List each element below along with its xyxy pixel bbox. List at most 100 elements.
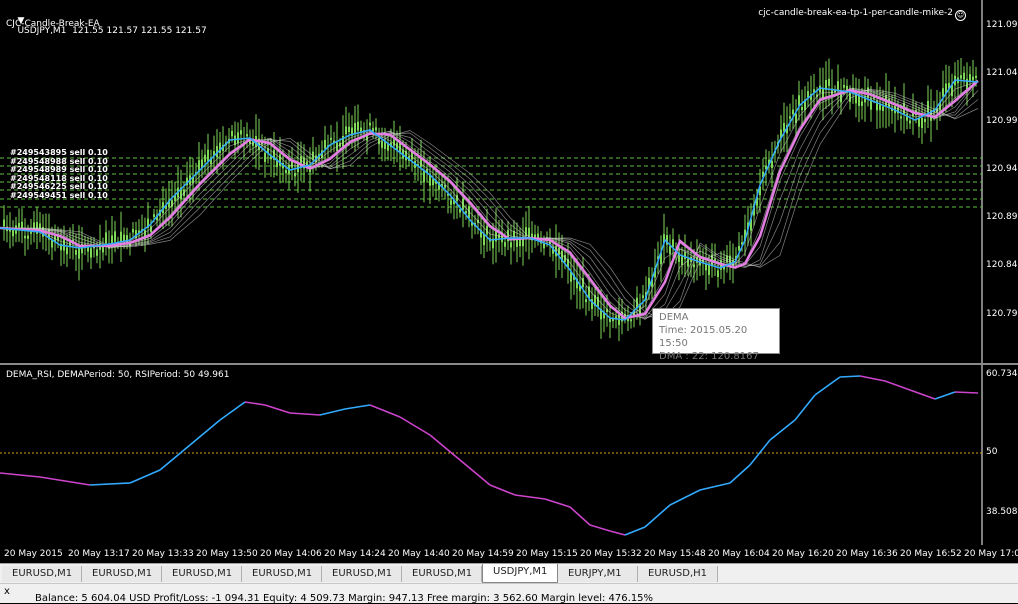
candle-body [510,242,512,248]
candle-body [357,121,359,131]
rsi-segment [839,375,861,378]
candle-body [642,295,644,298]
chart-tab[interactable]: USDJPY,M1 [482,564,558,583]
rsi-segment [544,498,571,508]
chart-tabs: EURUSD,M1 EURUSD,M1 EURUSD,M1 EURUSD,M1 EURU… [0,563,1018,584]
price-label: 120.99 [986,116,1018,126]
time-label: 20 May 14:06 [260,549,322,559]
candle-body [240,130,242,135]
price-label: 121.04 [986,68,1018,78]
rsi-segment [729,464,751,484]
candle-body [387,144,389,151]
dema-slow-line [0,79,979,320]
candle-body [330,137,332,140]
candle-body [204,154,206,162]
candle-body [207,149,209,162]
main-chart[interactable]: ▼ USDJPY,M1 121.55 121.57 121.55 121.57 … [0,0,1018,364]
rsi-segment [859,375,886,382]
ma-ribbon-line [0,81,979,320]
rsi-segment [0,472,41,478]
indicator-canvas [0,365,983,545]
rsi-segment [624,526,646,536]
candle-body [459,209,461,213]
candle-body [96,249,98,256]
rsi-segment [514,494,546,500]
candle-body [87,247,89,252]
candle-body [393,139,395,146]
candle-body [537,233,539,239]
rsi-segment [814,376,841,396]
price-chart-canvas [0,0,983,364]
candle-body [348,126,350,132]
close-icon[interactable]: x [4,586,10,597]
candle-body [861,101,863,106]
time-label: 20 May 14:24 [324,549,386,559]
candle-body [90,248,92,258]
status-bar: x Balance: 5 604.04 USD Profit/Loss: -1 … [0,583,1018,604]
candle-body [66,247,68,255]
candle-body [975,75,977,78]
rsi-segment [219,401,246,421]
ma-ribbon-line [0,88,979,321]
chart-tab[interactable]: EURJPY,M1 [558,566,638,582]
time-axis[interactable]: 20 May 2015 20 May 13:17 20 May 13:33 20 Ma… [0,545,1018,563]
indicator-title: DEMA_RSI, DEMAPeriod: 50, RSIPeriod: 50 … [6,370,230,380]
candle-body [837,81,839,91]
ea-title[interactable]: cjc-candle-break-ea-tp-1-per-candle-mike… [758,8,966,21]
rsi-segment [159,444,191,471]
candle-body [246,134,248,137]
candle-body [609,318,611,323]
rsi-segment [569,506,591,526]
candle-body [450,200,452,205]
candle-body [294,172,296,177]
rsi-segment [39,476,91,486]
candle-body [105,232,107,244]
candle-body [120,231,122,242]
chart-tab[interactable]: EURUSD,M1 [402,566,482,582]
rsi-segment [429,434,461,461]
order-label[interactable]: #249549451 sell 0.10 [10,191,108,200]
price-label: 121.09 [986,20,1018,30]
chart-tab[interactable]: EURUSD,H1 [638,566,718,582]
candle-body [153,214,155,218]
time-label: 20 May 2015 [4,549,63,559]
ea-name: CJC-Candle-Break-EA [6,19,100,29]
indicator-level-min: 38.508 [986,507,1018,517]
candle-body [738,245,740,251]
candle-body [585,299,587,303]
rsi-segment [794,394,816,421]
indicator-window[interactable]: 60.734 50 38.508 [0,365,1018,545]
chart-tab[interactable]: EURUSD,M1 [162,566,242,582]
ea-title-text: cjc-candle-break-ea-tp-1-per-candle-mike… [758,8,953,18]
candle-body [78,247,80,259]
time-label: 20 May 14:59 [452,549,514,559]
price-label: 120.79 [986,309,1018,319]
chart-tab[interactable]: EURUSD,M1 [242,566,322,582]
candle-body [12,230,14,237]
candle-body [960,75,962,79]
price-label: 120.89 [986,212,1018,222]
rsi-segment [909,389,936,400]
candle-body [264,152,266,162]
candle-body [381,141,383,148]
candle-body [882,106,884,111]
price-label: 120.84 [986,260,1018,270]
time-label: 20 May 16:04 [708,549,770,559]
time-label: 20 May 16:20 [772,549,834,559]
smiley-icon[interactable]: ☺ [955,10,966,21]
candle-body [843,84,845,88]
candle-body [345,126,347,135]
dema-tooltip: DEMA Time: 2015.05.20 15:50 DMA : 22: 12… [652,308,780,362]
rsi-segment [954,391,979,394]
ma-ribbon-line [0,80,979,319]
candle-body [132,229,134,233]
candle-body [681,256,683,266]
time-label: 20 May 13:50 [196,549,258,559]
chart-tab[interactable]: EURUSD,M1 [82,566,162,582]
account-summary: Balance: 5 604.04 USD Profit/Loss: -1 09… [35,593,654,604]
candle-body [3,219,5,227]
chart-tab[interactable]: EURUSD,M1 [2,566,82,582]
candle-body [285,169,287,174]
ma-ribbon [0,80,979,321]
chart-tab[interactable]: EURUSD,M1 [322,566,402,582]
